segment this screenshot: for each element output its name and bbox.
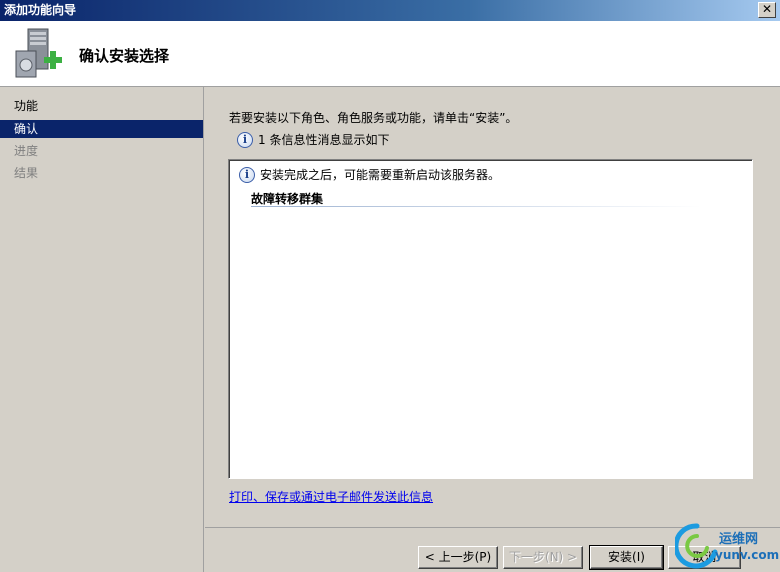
info-summary-text: 1 条信息性消息显示如下 [258, 133, 390, 147]
watermark-url: yunv.com [715, 548, 780, 562]
info-icon: i [239, 166, 255, 183]
watermark-text: 运维网 [719, 532, 759, 547]
result-note: i 安装完成之后，可能需要重新启动该服务器。 [239, 166, 500, 183]
print-save-email-link[interactable]: 打印、保存或通过电子邮件发送此信息 [229, 488, 433, 505]
server-add-icon [15, 28, 62, 78]
watermark-logo-icon [675, 523, 718, 569]
info-summary: i 1 条信息性消息显示如下 [237, 131, 389, 148]
sidebar-item-results: 结果 [14, 166, 39, 180]
feature-name: 故障转移群集 [251, 192, 324, 206]
sidebar-item-progress: 进度 [14, 144, 39, 158]
result-note-text: 安装完成之后，可能需要重新启动该服务器。 [260, 168, 501, 182]
wizard-header: 确认安装选择 [0, 21, 780, 87]
divider [251, 206, 701, 207]
wizard-steps-sidebar: 功能 确认 进度 结果 [0, 87, 204, 572]
window-title: 添加功能向导 [4, 3, 77, 17]
previous-button[interactable]: < 上一步(P) [418, 546, 498, 569]
main-content: 若要安装以下角色、角色服务或功能，请单击“安装”。 i 1 条信息性消息显示如下… [205, 87, 780, 572]
close-icon: ✕ [761, 2, 773, 16]
results-panel[interactable]: i 安装完成之后，可能需要重新启动该服务器。 故障转移群集 [228, 159, 753, 479]
page-title: 确认安装选择 [79, 47, 170, 65]
next-button: 下一步(N) > [503, 546, 583, 569]
install-button[interactable]: 安装(I) [589, 545, 664, 570]
info-icon: i [237, 131, 253, 148]
window-title-bar[interactable]: 添加功能向导 ✕ [0, 0, 780, 21]
instruction-text: 若要安装以下角色、角色服务或功能，请单击“安装”。 [229, 111, 518, 125]
sidebar-item-features[interactable]: 功能 [0, 97, 203, 115]
close-button[interactable]: ✕ [758, 2, 776, 18]
sidebar-item-confirm[interactable]: 确认 [0, 120, 203, 138]
watermark: 运维网 yunv.com [675, 522, 780, 572]
